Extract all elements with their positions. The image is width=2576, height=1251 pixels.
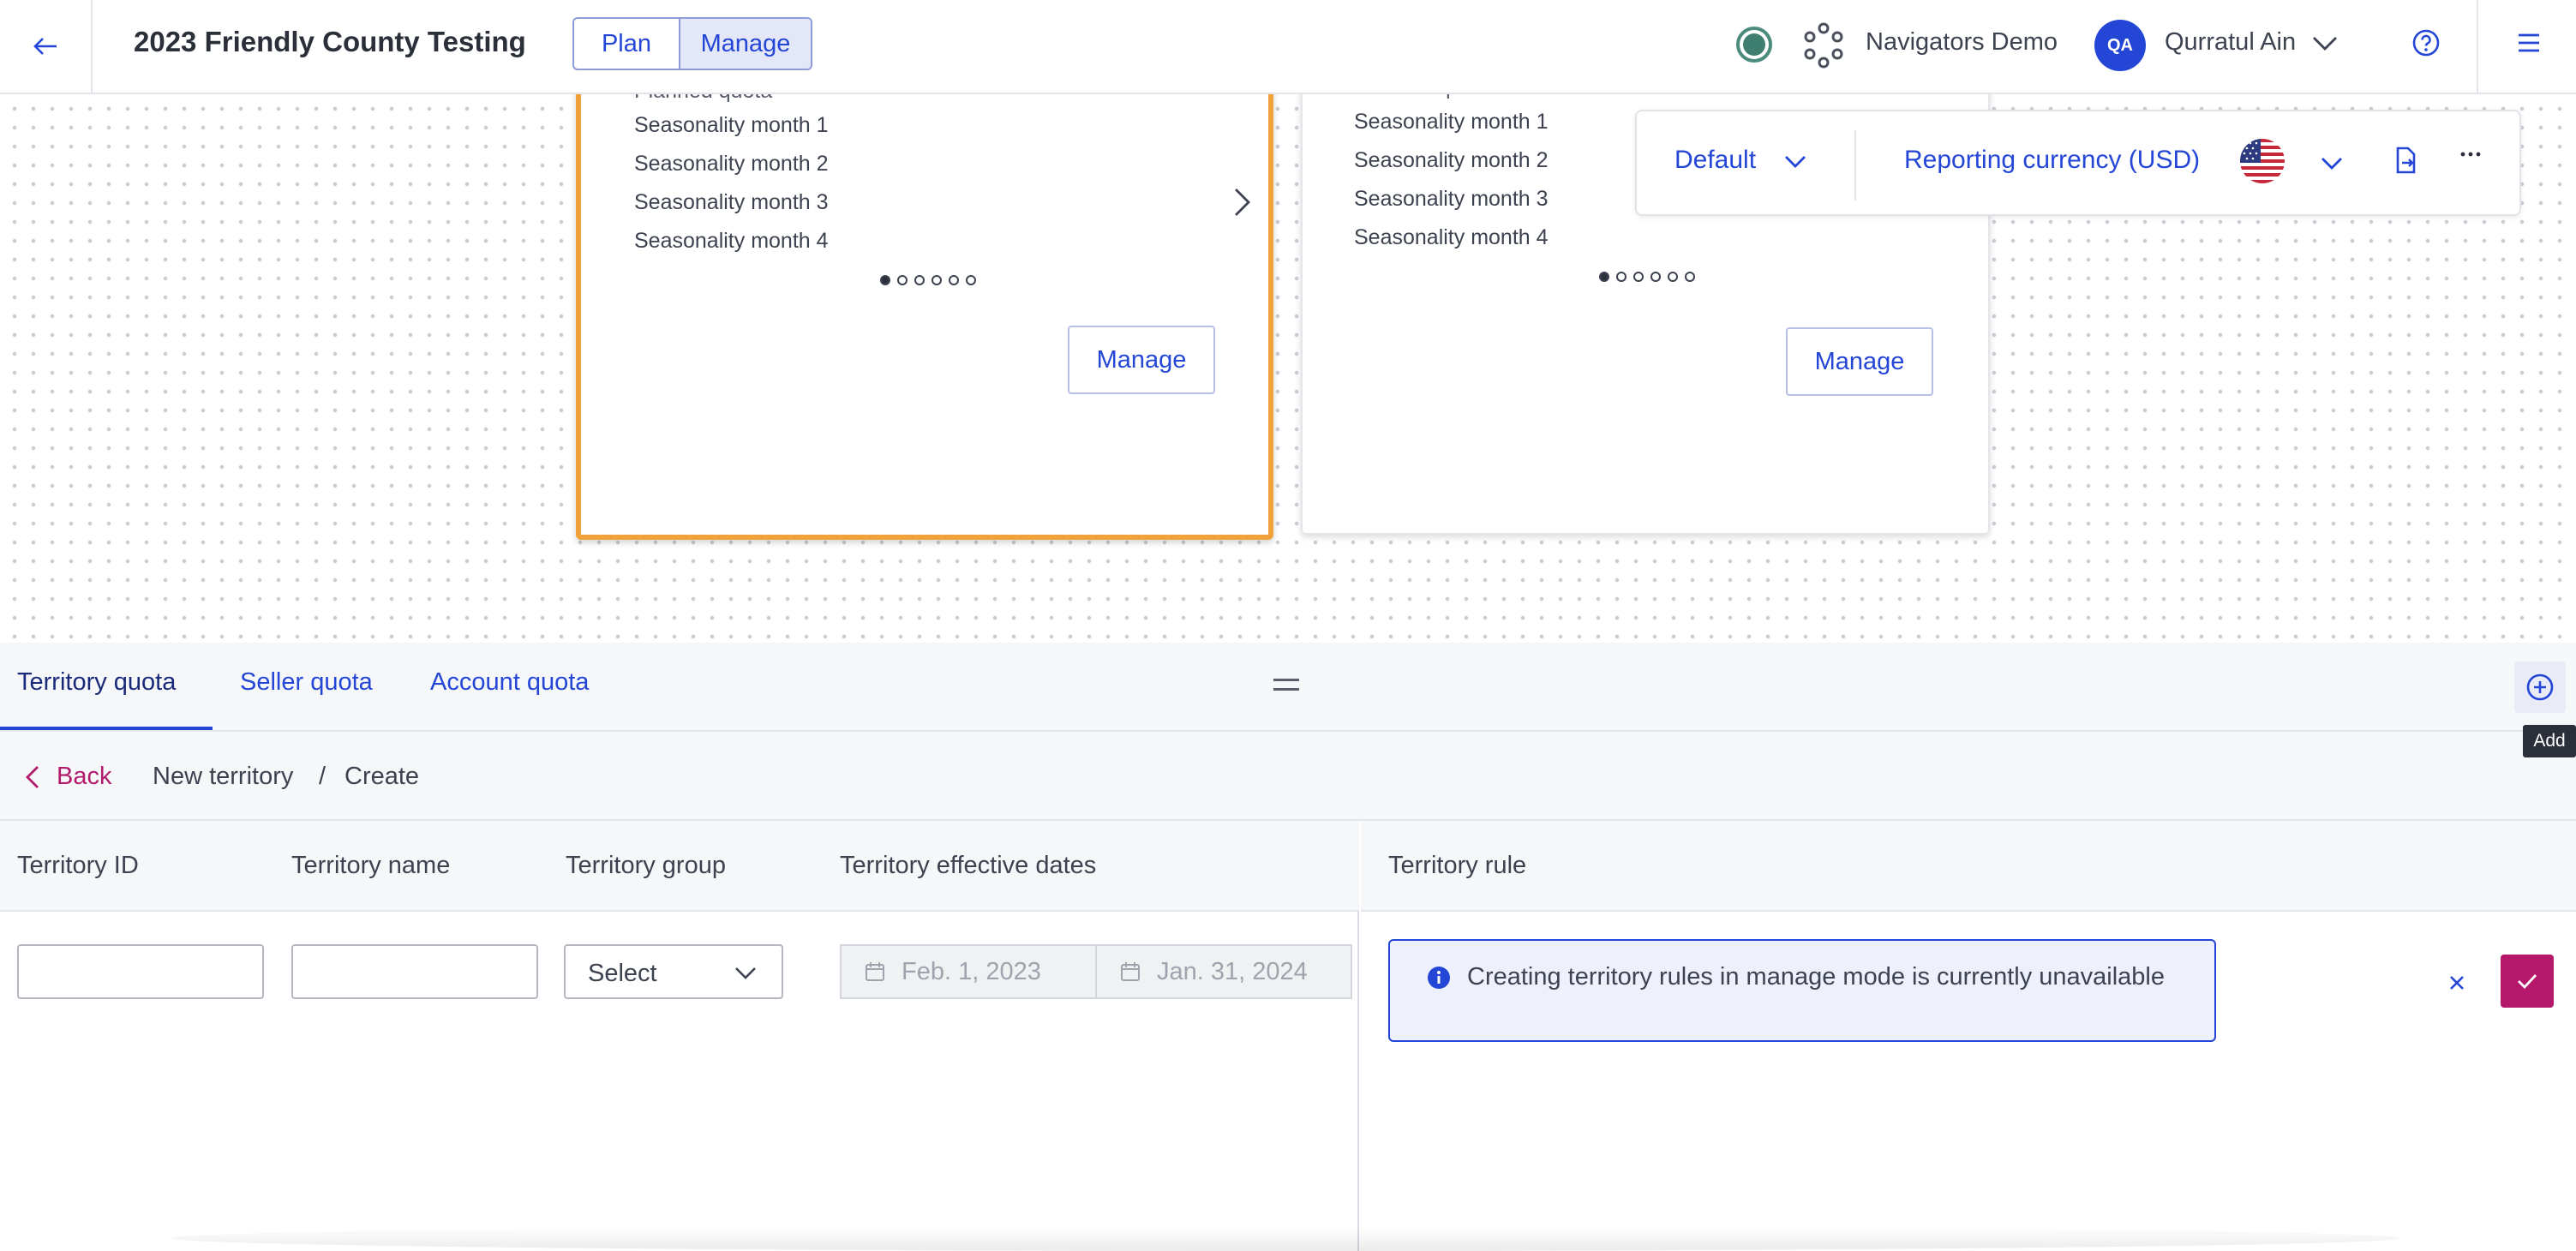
page-title: 2023 Friendly County Testing — [134, 26, 526, 57]
calendar-icon — [866, 962, 884, 981]
chevron-down-icon[interactable] — [2319, 151, 2345, 177]
user-name[interactable]: Qurratul Ain — [2165, 28, 2296, 57]
back-arrow-icon — [33, 38, 57, 55]
chevron-right-icon[interactable] — [1232, 187, 1253, 218]
status-icon[interactable] — [1736, 27, 1772, 63]
card-row: Seasonality month 2 — [634, 152, 829, 176]
column-header-territory-id: Territory ID — [17, 852, 139, 879]
tab-account-quota[interactable]: Account quota — [430, 668, 589, 697]
back-link[interactable]: Back — [24, 763, 111, 791]
header-divider — [2477, 0, 2478, 93]
territory-rule-panel: Territory rule Creating territory rules … — [1361, 821, 2576, 1251]
currency-select[interactable]: Reporting currency (USD) — [1904, 146, 2200, 175]
rule-header: Territory rule — [1361, 821, 2576, 912]
resize-handle[interactable] — [1273, 679, 1299, 691]
territory-group-select[interactable]: Select — [564, 944, 783, 999]
panel-shadow — [171, 1225, 2399, 1251]
back-button[interactable] — [0, 0, 93, 93]
rule-header-label: Territory rule — [1388, 852, 1527, 879]
select-value: Select — [588, 960, 657, 987]
check-icon — [2518, 974, 2537, 990]
plan-tab[interactable]: Plan — [574, 19, 680, 69]
back-label: Back — [57, 763, 112, 790]
app-header: 2023 Friendly County Testing Plan Manage… — [0, 0, 2576, 94]
chevron-down-icon[interactable] — [1782, 149, 1808, 175]
tab-seller-quota[interactable]: Seller quota — [240, 668, 373, 697]
breadcrumb-item: Create — [344, 763, 420, 790]
avatar[interactable]: QA — [2094, 20, 2146, 71]
view-select[interactable]: Default — [1674, 146, 1756, 175]
add-button[interactable] — [2514, 661, 2566, 713]
menu-icon[interactable] — [2516, 31, 2542, 55]
territory-id-input[interactable] — [17, 944, 264, 999]
start-date-field: Feb. 1, 2023 — [840, 944, 1097, 999]
close-icon[interactable] — [2447, 973, 2466, 992]
card-row: Seasonality month 3 — [634, 190, 829, 214]
end-date-field: Jan. 31, 2024 — [1095, 944, 1352, 999]
notice-text: Creating territory rules in manage mode … — [1467, 963, 2165, 991]
quota-panel: Territory quota Seller quota Account quo… — [0, 643, 2576, 1251]
manage-button[interactable]: Manage — [1786, 327, 1933, 396]
card-pager[interactable] — [880, 275, 976, 285]
start-date-value: Feb. 1, 2023 — [902, 957, 1041, 985]
tenant-icon — [1804, 22, 1843, 69]
column-headers: Territory ID Territory name Territory gr… — [0, 821, 1359, 912]
tab-territory-quota[interactable]: Territory quota — [17, 668, 176, 697]
breadcrumb: Back New territory / Create — [0, 732, 2576, 821]
manage-button[interactable]: Manage — [1068, 326, 1215, 394]
card-rows: Planned quota Seasonality month 1 Season… — [1354, 79, 1549, 257]
quota-tabs: Territory quota Seller quota Account quo… — [0, 643, 2576, 757]
card-pager[interactable] — [1599, 272, 1695, 282]
card-row: Seasonality month 4 — [634, 229, 829, 253]
canvas-toolbar: Default Reporting currency (USD) — [1635, 110, 2521, 216]
chevron-left-icon — [26, 765, 39, 788]
more-options-icon[interactable] — [2458, 146, 2483, 163]
card-row: Seasonality month 4 — [1354, 225, 1549, 249]
active-tab-indicator — [0, 727, 213, 730]
mode-switch: Plan Manage — [572, 17, 812, 70]
territory-name-input[interactable] — [291, 944, 538, 999]
column-header-territory-group: Territory group — [566, 852, 726, 879]
planning-canvas[interactable]: Planned quota Seasonality month 1 Season… — [0, 77, 2576, 643]
card-row: Seasonality month 3 — [1354, 187, 1549, 211]
plus-circle-icon — [2526, 673, 2554, 701]
export-file-icon[interactable] — [2394, 146, 2418, 175]
territory-form-grid: Territory ID Territory name Territory gr… — [0, 821, 1359, 1251]
info-notice: Creating territory rules in manage mode … — [1388, 939, 2216, 1042]
chevron-down-icon[interactable] — [2310, 29, 2339, 58]
calendar-icon — [1121, 962, 1140, 981]
manage-tab[interactable]: Manage — [680, 19, 811, 69]
column-header-territory-name: Territory name — [291, 852, 451, 879]
card-rows: Planned quota Seasonality month 1 Season… — [634, 82, 829, 260]
toolbar-divider — [1854, 130, 1856, 201]
tenant-name[interactable]: Navigators Demo — [1866, 28, 2058, 57]
info-icon — [1428, 967, 1450, 989]
breadcrumb-item: New territory — [153, 763, 294, 790]
add-tooltip: Add — [2523, 725, 2576, 757]
card-row: Seasonality month 1 — [634, 113, 829, 137]
column-header-effective-dates: Territory effective dates — [840, 852, 1097, 879]
help-icon[interactable] — [2411, 28, 2441, 57]
us-flag-icon[interactable] — [2240, 139, 2285, 183]
card-row: Seasonality month 2 — [1354, 148, 1549, 172]
card-row: Seasonality month 1 — [1354, 110, 1549, 134]
chevron-down-icon — [735, 967, 756, 979]
end-date-value: Jan. 31, 2024 — [1157, 957, 1308, 985]
quota-card-selected[interactable]: Planned quota Seasonality month 1 Season… — [576, 77, 1273, 540]
breadcrumb-separator: / — [319, 763, 326, 790]
confirm-button[interactable] — [2501, 955, 2554, 1008]
